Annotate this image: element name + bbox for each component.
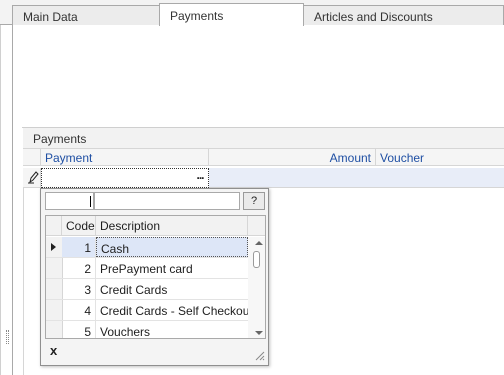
amount-voucher-cells[interactable] (209, 168, 504, 188)
row-indicator (46, 258, 63, 278)
code-filter-input[interactable] (45, 192, 94, 210)
row-indicator (46, 300, 63, 320)
list-item[interactable]: 4 Credit Cards - Self Checkout (46, 300, 253, 321)
vertical-scrollbar[interactable] (248, 237, 265, 338)
item-code: 5 (62, 321, 96, 338)
column-header-payment[interactable]: Payment (41, 148, 209, 166)
pencil-icon (28, 171, 39, 184)
item-code: 1 (62, 237, 96, 257)
item-description: Vouchers (100, 325, 151, 339)
item-description: Cash (96, 237, 248, 257)
item-description: Credit Cards (100, 283, 168, 297)
text-caret (90, 196, 91, 207)
lookup-list: Code Description 1 Cash 2 PrePayment car… (45, 215, 266, 339)
group-title: Payments (23, 128, 504, 148)
tab-payments[interactable]: Payments (159, 3, 304, 26)
scroll-up-icon[interactable] (255, 241, 263, 245)
selected-row-arrow-icon (51, 243, 56, 251)
tab-main-data[interactable]: Main Data (12, 5, 160, 25)
lookup-popup: ? Code Description 1 Cash 2 PrePayment c… (40, 188, 269, 366)
item-description: Credit Cards - Self Checkout (100, 304, 253, 318)
scrollbar-header (248, 216, 265, 236)
list-item[interactable]: 1 Cash (46, 237, 248, 258)
column-header-amount[interactable]: Amount (209, 148, 376, 166)
column-header-voucher[interactable]: Voucher (376, 148, 504, 166)
item-code: 4 (62, 300, 96, 320)
row-indicator (46, 237, 63, 257)
row-indicator (46, 321, 63, 338)
ellipsis-button[interactable]: ... (193, 168, 207, 184)
item-description: PrePayment card (100, 262, 193, 276)
column-header-code[interactable]: Code (62, 216, 96, 236)
grid-indicator-header (23, 148, 41, 166)
close-icon[interactable]: x (50, 343, 64, 358)
scrollbar-thumb[interactable] (253, 251, 260, 268)
payment-cell-editor[interactable] (41, 168, 209, 188)
row-indicator (46, 279, 63, 299)
help-button[interactable]: ? (243, 192, 265, 210)
scroll-down-icon[interactable] (255, 331, 263, 335)
list-item[interactable]: 5 Vouchers (46, 321, 248, 339)
column-header-description[interactable]: Description (96, 216, 248, 236)
list-item[interactable]: 2 PrePayment card (46, 258, 248, 279)
grid-left-border (23, 188, 24, 375)
splitter-handle[interactable] (6, 330, 9, 344)
list-item[interactable]: 3 Credit Cards (46, 279, 248, 300)
lookup-indicator-header (46, 216, 62, 236)
description-filter-input[interactable] (94, 192, 240, 210)
resize-grip-icon[interactable] (253, 349, 265, 361)
tab-articles-and-discounts[interactable]: Articles and Discounts (303, 5, 504, 25)
item-code: 2 (62, 258, 96, 278)
item-code: 3 (62, 279, 96, 299)
left-edge (0, 25, 1, 375)
